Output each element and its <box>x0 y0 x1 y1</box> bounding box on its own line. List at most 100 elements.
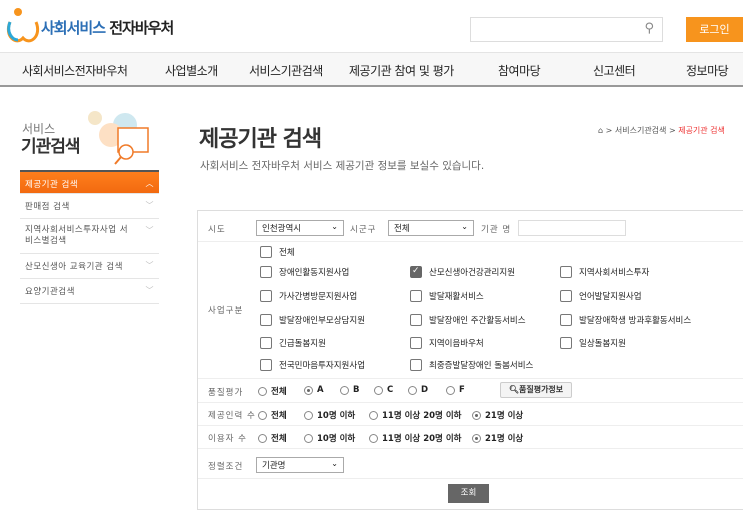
search-icon[interactable]: ⚲ <box>644 21 654 36</box>
sidebar-item-label: 산모신생아 교육기관 검색 <box>25 262 123 272</box>
biz-type-checkbox[interactable]: 언어발달지원사업 <box>560 290 642 302</box>
nav-item[interactable]: 정보마당 <box>686 62 729 79</box>
quality-radio[interactable]: 전체 <box>258 385 287 397</box>
checkbox-icon[interactable] <box>410 337 422 349</box>
biz-type-checkbox[interactable]: 긴급돌봄지원 <box>260 337 326 349</box>
radio-icon[interactable] <box>446 385 455 395</box>
radio-icon[interactable] <box>258 410 267 420</box>
radio-icon[interactable] <box>304 410 313 420</box>
checkbox-icon[interactable] <box>260 246 272 258</box>
checkbox-icon[interactable] <box>260 266 272 278</box>
sort-value: 기관명 <box>262 461 286 471</box>
sidebar-item-store-search[interactable]: 판매점 검색 ﹀ <box>20 194 159 219</box>
biz-type-checkbox[interactable]: 장애인활동지원사업 <box>260 266 349 278</box>
checkbox-label: 언어발달지원사업 <box>579 292 642 302</box>
staff-radio[interactable]: 11명 이상 20명 이하 <box>369 409 461 421</box>
nav-item[interactable]: 신고센터 <box>593 62 636 79</box>
sigungu-select[interactable]: 전체 ⌄ <box>388 220 474 236</box>
nav-item[interactable]: 서비스기관검색 <box>249 62 323 79</box>
biz-type-checkbox[interactable]: 일상돌봄지원 <box>560 337 626 349</box>
sidebar-item-community-service[interactable]: 지역사회서비스투자사업 서비스별검색 ﹀ <box>20 219 159 254</box>
radio-icon[interactable] <box>374 385 383 395</box>
checkbox-icon[interactable] <box>410 290 422 302</box>
radio-icon[interactable] <box>258 433 267 443</box>
quality-radio[interactable]: D <box>408 385 428 395</box>
checkbox-icon[interactable] <box>410 359 422 371</box>
staff-radio[interactable]: 21명 이상 <box>472 409 523 421</box>
quality-radio[interactable]: B <box>340 385 359 395</box>
biz-type-checkbox[interactable]: 발달장애인부모상담지원 <box>260 314 365 326</box>
sidebar-item-care-facility[interactable]: 요양기관검색 ﹀ <box>20 279 159 304</box>
checkbox-icon[interactable] <box>560 337 572 349</box>
checkbox-icon[interactable] <box>560 290 572 302</box>
radio-icon[interactable] <box>369 433 378 443</box>
nav-item[interactable]: 참여마당 <box>498 62 541 79</box>
biz-type-checkbox[interactable]: 지역이음바우처 <box>410 337 484 349</box>
biz-type-checkbox[interactable]: 지역사회서비스투자 <box>560 266 649 278</box>
breadcrumb-item[interactable]: 서비스기관검색 <box>615 126 667 135</box>
chevron-down-icon: ﹀ <box>145 261 154 270</box>
checkbox-icon[interactable] <box>560 314 572 326</box>
biz-type-checkbox[interactable]: 최중증발달장애인 돌봄서비스 <box>410 359 533 371</box>
quality-radio[interactable]: A <box>304 385 324 395</box>
quality-radio[interactable]: C <box>374 385 393 395</box>
radio-icon[interactable] <box>304 433 313 443</box>
checkbox-label: 지역사회서비스투자 <box>579 268 650 278</box>
radio-label: B <box>353 385 360 395</box>
checkbox-icon[interactable] <box>260 359 272 371</box>
checkbox-icon[interactable] <box>260 314 272 326</box>
staff-radio[interactable]: 전체 <box>258 409 287 421</box>
checkbox-icon[interactable] <box>410 314 422 326</box>
radio-icon[interactable] <box>258 386 267 396</box>
search-form: 시도 인천광역시⌄ 시군구 전체⌄ 기관 명 사업구분 전체장애인활동지원사업산… <box>197 210 743 510</box>
login-button[interactable]: 로그인 <box>686 17 743 42</box>
users-radio[interactable]: 전체 <box>258 432 287 444</box>
sido-value: 인천광역시 <box>262 224 302 234</box>
biz-type-checkbox[interactable]: 전체 <box>260 246 295 258</box>
checkbox-label: 최중증발달장애인 돌봄서비스 <box>429 361 534 371</box>
org-name-input[interactable] <box>518 220 626 236</box>
sidebar-menu: 제공기관 검색 ︿ 판매점 검색 ﹀ 지역사회서비스투자사업 서비스별검색 ﹀ 산모신… <box>20 170 159 304</box>
staff-label: 제공인력 수 <box>208 411 256 421</box>
biz-type-label: 사업구분 <box>208 306 244 316</box>
users-radio[interactable]: 10명 이하 <box>304 432 355 444</box>
chevron-down-icon: ﹀ <box>145 226 154 235</box>
biz-type-checkbox[interactable]: 발달재활서비스 <box>410 290 484 302</box>
radio-icon[interactable] <box>340 385 349 395</box>
users-radio[interactable]: 21명 이상 <box>472 432 523 444</box>
nav-item[interactable]: 사회서비스전자바우처 <box>22 62 128 79</box>
home-icon[interactable]: ⌂ <box>598 126 603 135</box>
checkbox-icon[interactable] <box>410 266 422 278</box>
sido-select[interactable]: 인천광역시 ⌄ <box>256 220 344 236</box>
biz-type-checkbox[interactable]: 발달장애학생 방과후활동서비스 <box>560 314 691 326</box>
radio-icon[interactable] <box>472 410 481 420</box>
biz-type-checkbox[interactable]: 전국민마음투자지원사업 <box>260 359 365 371</box>
radio-label: 11명 이상 20명 이하 <box>382 434 462 444</box>
logo-part2: 전자바우처 <box>109 19 174 37</box>
quality-info-button[interactable]: 🔍︎품질평가정보 <box>500 382 572 398</box>
main-nav: 사회서비스전자바우처 사업별소개 서비스기관검색 제공기관 참여 및 평가 참여… <box>0 52 743 87</box>
checkbox-icon[interactable] <box>260 337 272 349</box>
sort-select[interactable]: 기관명 ⌄ <box>256 457 344 473</box>
users-radio[interactable]: 11명 이상 20명 이하 <box>369 432 461 444</box>
submit-button[interactable]: 조회 <box>448 484 489 503</box>
staff-radio[interactable]: 10명 이하 <box>304 409 355 421</box>
sidebar-item-provider-search[interactable]: 제공기관 검색 ︿ <box>20 170 159 194</box>
radio-icon[interactable] <box>472 433 481 443</box>
checkbox-icon[interactable] <box>560 266 572 278</box>
biz-type-checkbox[interactable]: 발달장애인 주간활동서비스 <box>410 314 526 326</box>
nav-item[interactable]: 사업별소개 <box>165 62 218 79</box>
nav-item[interactable]: 제공기관 참여 및 평가 <box>349 62 454 79</box>
checkbox-label: 산모신생아건강관리지원 <box>429 268 516 278</box>
biz-type-checkbox[interactable]: 산모신생아건강관리지원 <box>410 266 515 278</box>
radio-icon[interactable] <box>304 385 313 395</box>
biz-type-checkbox[interactable]: 가사간병방문지원사업 <box>260 290 357 302</box>
checkbox-icon[interactable] <box>260 290 272 302</box>
radio-label: 21명 이상 <box>485 434 524 444</box>
sidebar-item-maternity-edu[interactable]: 산모신생아 교육기관 검색 ﹀ <box>20 254 159 279</box>
radio-icon[interactable] <box>369 410 378 420</box>
logo-text[interactable]: 사회서비스 전자바우처 <box>41 17 174 38</box>
radio-icon[interactable] <box>408 385 417 395</box>
search-input[interactable]: ⚲ <box>470 17 663 42</box>
quality-radio[interactable]: F <box>446 385 465 395</box>
